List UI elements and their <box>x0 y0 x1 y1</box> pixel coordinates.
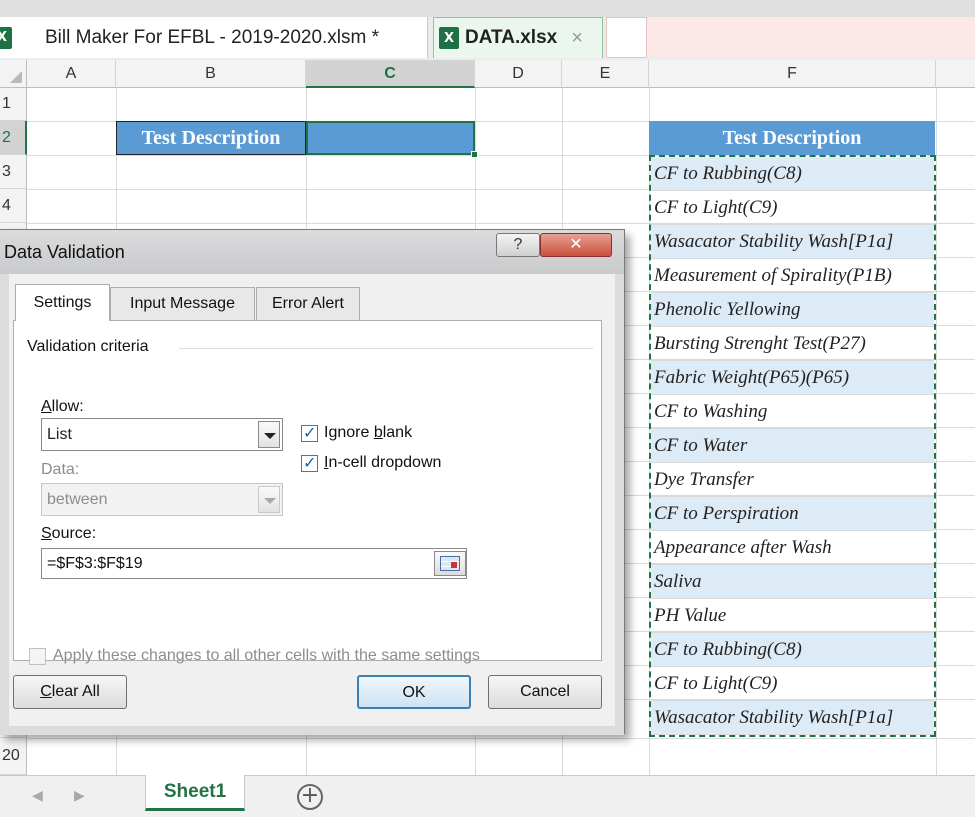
in-cell-dropdown-checkbox[interactable] <box>301 453 318 472</box>
list-cell[interactable]: Appearance after Wash <box>651 531 934 565</box>
data-label: Data: <box>41 461 80 478</box>
clear-all-label-key: C <box>40 683 52 700</box>
title-strip <box>0 0 975 17</box>
add-sheet-icon[interactable]: + <box>297 784 323 810</box>
row-header-20[interactable]: 20 <box>0 738 27 775</box>
workbook-tab-bill-maker[interactable]: X Bill Maker For EFBL - 2019-2020.xlsm * <box>0 17 428 58</box>
source-input[interactable]: =$F$3:$F$19 <box>41 548 467 579</box>
row-header-2[interactable]: 2 <box>0 121 27 155</box>
list-cell[interactable]: Fabric Weight(P65)(P65) <box>651 361 934 395</box>
sheet-next-icon[interactable]: ▶ <box>74 787 85 804</box>
list-cell[interactable]: Wasacator Stability Wash[P1a] <box>651 701 934 735</box>
ignore-blank-label-post: lank <box>382 424 413 441</box>
in-cell-dropdown-label[interactable]: In-cell dropdown <box>324 454 441 472</box>
source-range-marquee: CF to Rubbing(C8) CF to Light(C9) Wasaca… <box>649 155 936 737</box>
list-cell[interactable]: CF to Perspiration <box>651 497 934 531</box>
allow-value: List <box>47 426 72 443</box>
gridline <box>27 738 975 739</box>
row-header-3[interactable]: 3 <box>0 155 27 189</box>
clear-all-label-rest: lear All <box>51 683 100 700</box>
tab-input-message[interactable]: Input Message <box>110 287 255 320</box>
dialog-body: Settings Input Message Error Alert Valid… <box>0 274 624 735</box>
ok-button[interactable]: OK <box>357 675 471 709</box>
ignore-blank-label-key: b <box>373 424 383 441</box>
tab-bar-background <box>647 17 975 58</box>
list-cell[interactable]: PH Value <box>651 599 934 633</box>
column-header-f[interactable]: F <box>649 60 936 88</box>
column-header-b[interactable]: B <box>116 60 306 88</box>
workbook-tab-data[interactable]: X DATA.xlsx × <box>433 17 603 58</box>
source-label-key: S <box>41 525 52 542</box>
allow-label-key: A <box>41 398 52 415</box>
column-header-a[interactable]: A <box>27 60 116 88</box>
allow-select[interactable]: List <box>41 418 283 451</box>
clear-all-button[interactable]: Clear All <box>13 675 127 709</box>
list-cell[interactable]: CF to Water <box>651 429 934 463</box>
ignore-blank-label[interactable]: Ignore blank <box>324 424 412 442</box>
dialog-title: Data Validation <box>4 242 125 262</box>
cell-b2-header[interactable]: Test Description <box>116 121 306 155</box>
column-header-d[interactable]: D <box>475 60 562 88</box>
workbook-tab-title: DATA.xlsx <box>465 27 558 48</box>
apply-all-label: Apply these changes to all other cells w… <box>53 647 480 664</box>
ignore-blank-checkbox[interactable] <box>301 423 318 442</box>
in-cell-dropdown-label-rest: n-cell dropdown <box>328 454 442 471</box>
list-cell[interactable]: Dye Transfer <box>651 463 934 497</box>
allow-label-rest: llow: <box>51 398 84 415</box>
cell-c2-active[interactable] <box>306 121 478 158</box>
range-select-icon <box>440 556 460 571</box>
fill-handle[interactable] <box>471 151 478 158</box>
collapse-dialog-button[interactable] <box>434 551 466 576</box>
dialog-title-bar[interactable]: Data Validation ? ✕ <box>0 230 624 274</box>
source-label: Source: <box>41 525 96 543</box>
cancel-button[interactable]: Cancel <box>488 675 602 709</box>
list-cell[interactable]: Saliva <box>651 565 934 599</box>
excel-icon: X <box>0 26 12 49</box>
excel-icon: X <box>439 27 459 49</box>
data-value: between <box>47 491 108 508</box>
list-cell[interactable]: Phenolic Yellowing <box>651 293 934 327</box>
settings-panel: Validation criteria Allow: List Ignore b… <box>13 320 602 665</box>
list-cell[interactable]: Bursting Strenght Test(P27) <box>651 327 934 361</box>
tab-error-alert[interactable]: Error Alert <box>256 287 360 320</box>
list-cell[interactable]: Wasacator Stability Wash[P1a] <box>651 225 934 259</box>
ignore-blank-label-pre: Ignore <box>324 424 374 441</box>
tab-settings[interactable]: Settings <box>15 284 110 321</box>
help-button[interactable]: ? <box>496 233 540 257</box>
row-header-1[interactable]: 1 <box>0 88 27 121</box>
apply-all-checkbox <box>29 648 46 665</box>
validation-criteria-label: Validation criteria <box>27 338 149 355</box>
row-header-4[interactable]: 4 <box>0 189 27 223</box>
workbook-tab-title: Bill Maker For EFBL - 2019-2020.xlsm * <box>45 26 380 48</box>
cell-f2-header[interactable]: Test Description <box>649 121 935 155</box>
group-divider <box>179 348 593 349</box>
sheet-tab-bar: ◀ ▶ Sheet1 + <box>0 775 975 817</box>
gridline <box>936 88 937 775</box>
workbook-tab-bar: X Bill Maker For EFBL - 2019-2020.xlsm *… <box>0 0 975 60</box>
list-cell[interactable]: CF to Rubbing(C8) <box>651 633 934 667</box>
source-label-rest: ource: <box>51 525 97 542</box>
column-header-c[interactable]: C <box>306 60 475 88</box>
new-tab-button[interactable] <box>606 17 647 58</box>
column-header-g[interactable] <box>936 60 975 88</box>
list-cell[interactable]: CF to Rubbing(C8) <box>651 157 934 191</box>
close-dialog-button[interactable]: ✕ <box>540 233 612 257</box>
select-all-corner[interactable] <box>0 60 27 88</box>
chevron-down-icon <box>258 486 280 513</box>
sheet-tab-sheet1[interactable]: Sheet1 <box>145 775 245 811</box>
data-operator-select: between <box>41 483 283 516</box>
sheet-prev-icon[interactable]: ◀ <box>32 787 43 804</box>
close-tab-icon[interactable]: × <box>571 27 583 50</box>
list-cell[interactable]: Measurement of Spirality(P1B) <box>651 259 934 293</box>
allow-label: Allow: <box>41 398 84 416</box>
data-validation-dialog: Data Validation ? ✕ Settings Input Messa… <box>0 229 625 735</box>
list-cell[interactable]: CF to Light(C9) <box>651 667 934 701</box>
list-cell[interactable]: CF to Light(C9) <box>651 191 934 225</box>
column-header-e[interactable]: E <box>562 60 649 88</box>
list-cell[interactable]: CF to Washing <box>651 395 934 429</box>
chevron-down-icon[interactable] <box>258 421 280 448</box>
